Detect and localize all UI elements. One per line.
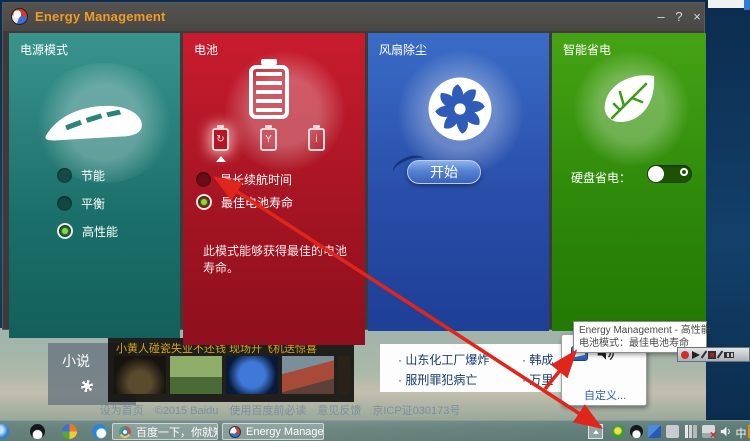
qq-quicklaunch-icon[interactable] — [30, 424, 45, 439]
ellipse-tool-icon[interactable] — [681, 351, 689, 359]
windows-tray-icon[interactable] — [648, 425, 661, 438]
fan-icon — [424, 73, 496, 145]
pen-tool-icon[interactable] — [701, 350, 708, 359]
rectangle-tool-icon[interactable] — [708, 351, 716, 359]
power-option-jieneng[interactable]: 节能 — [57, 166, 105, 184]
power-mode-panel: 电源模式 节能 平衡 高性能 — [9, 33, 180, 338]
battery-icon — [249, 65, 289, 119]
battery-option-best-lifespan[interactable]: 最佳电池寿命 — [196, 193, 293, 211]
hdd-saving-label: 硬盘省电： — [571, 169, 631, 186]
smart-saving-panel: 智能省电 硬盘省电： — [552, 33, 706, 331]
radio-icon[interactable] — [57, 168, 72, 183]
baidu-footer-text: 设为首页 ©2015 Baidu 使用百度前必读 意见反馈 京ICP证03017… — [0, 402, 560, 418]
video-thumbnail[interactable] — [114, 356, 166, 394]
cloud-quicklaunch-icon[interactable] — [92, 424, 107, 439]
radio-selected-icon[interactable] — [196, 194, 212, 210]
taskbar-button-baidu[interactable]: 百度一下，你就知道... — [112, 423, 218, 440]
tooltip-line1: Energy Management - 高性能 — [579, 324, 701, 337]
gear-icon[interactable] — [78, 377, 96, 395]
video-thumbnail[interactable] — [170, 356, 222, 394]
ime-toolbar-icon[interactable] — [666, 425, 679, 438]
toggle-knob[interactable] — [648, 166, 664, 182]
fan-dedust-panel: 风扇除尘 开始 — [368, 33, 549, 331]
ime-language-indicator[interactable]: 中 — [734, 425, 748, 438]
smart-saving-title: 智能省电 — [563, 41, 611, 58]
customize-link[interactable]: 自定义... — [584, 387, 626, 403]
video-thumbnail[interactable] — [226, 356, 278, 394]
chrome-icon — [119, 426, 131, 438]
background-window-sliver-blue — [744, 0, 750, 10]
browser-quicklaunch-icon[interactable] — [0, 424, 9, 439]
video-thumbnail — [338, 356, 350, 394]
show-hidden-icons-button[interactable] — [588, 424, 603, 439]
help-button[interactable]: ? — [671, 9, 687, 25]
video-widget[interactable]: 小黄人碰瓷失业不还钱 现场开飞机送惊喜 — [108, 338, 354, 402]
task-button-label: Energy Manageme... — [246, 426, 324, 438]
brush-tool-icon[interactable] — [717, 350, 724, 359]
volume-icon[interactable] — [720, 425, 733, 438]
energy-management-icon — [229, 426, 241, 438]
battery-panel: 电池 ↻ Y i 最长续航时间 最佳电池寿命 此模式能够获得最佳的电池寿命。 — [183, 33, 365, 345]
battery-info-icon[interactable]: i — [308, 128, 325, 151]
power-option-gaoxingneng[interactable]: 高性能 — [57, 222, 118, 240]
qq-tray-icon[interactable] — [630, 425, 643, 438]
safety-tray-icon[interactable] — [612, 425, 625, 438]
minimize-button[interactable]: – — [653, 9, 669, 25]
battery-option-longest-runtime[interactable]: 最长续航时间 — [196, 170, 292, 188]
news-link[interactable]: · 服刑罪犯病亡 — [398, 371, 477, 388]
battery-title: 电池 — [194, 41, 218, 58]
text-tool-icon[interactable] — [724, 352, 734, 358]
desktop: 小说 小黄人碰瓷失业不还钱 现场开飞机送惊喜 · 山东化工厂爆炸 · 服刑罪犯病… — [0, 0, 750, 441]
battery-charge-icon[interactable]: Y — [260, 128, 277, 151]
news-link[interactable]: · 韩成 — [522, 351, 553, 368]
radio-icon[interactable] — [196, 172, 211, 187]
power-option-label: 平衡 — [81, 195, 105, 212]
fan-dedust-title: 风扇除尘 — [379, 41, 427, 58]
battery-mode-description: 此模式能够获得最佳的电池寿命。 — [203, 243, 353, 277]
radio-selected-icon[interactable] — [57, 223, 73, 239]
radio-icon[interactable] — [57, 196, 72, 211]
news-link[interactable]: · 山东化工厂爆炸 — [398, 351, 489, 368]
video-thumbnail[interactable] — [282, 356, 334, 394]
network-error-icon[interactable] — [702, 425, 715, 438]
power-option-label: 节能 — [81, 167, 105, 184]
sogou-quicklaunch-icon[interactable] — [62, 424, 77, 439]
novel-widget-label: 小说 — [62, 351, 90, 371]
task-button-label: 百度一下，你就知道... — [136, 424, 218, 440]
battery-option-label: 最佳电池寿命 — [221, 194, 293, 211]
taskbar-button-energy-management[interactable]: Energy Manageme... — [222, 423, 324, 440]
active-tab-marker — [216, 156, 226, 162]
power-mode-title: 电源模式 — [20, 41, 68, 58]
arrow-tool-icon[interactable] — [692, 351, 700, 359]
power-option-label: 高性能 — [82, 223, 118, 240]
window-titlebar[interactable]: Energy Management – ? × — [3, 3, 704, 31]
close-button[interactable]: × — [689, 9, 705, 25]
taskbar: 百度一下，你就知道... Energy Manageme... 中 — [0, 420, 750, 441]
news-link[interactable]: · 万里 — [522, 371, 553, 388]
leaf-icon — [594, 68, 664, 132]
start-dedust-button[interactable]: 开始 — [407, 160, 481, 184]
toggle-off-ring — [680, 168, 688, 176]
energy-management-window: Energy Management – ? × 电源模式 节能 平衡 — [2, 2, 705, 330]
train-icon — [39, 88, 151, 150]
network-icon[interactable] — [684, 425, 697, 438]
hdd-saving-toggle[interactable] — [647, 165, 692, 183]
battery-maintenance-icon[interactable]: ↻ — [212, 128, 229, 151]
app-logo-icon — [11, 8, 28, 25]
annotation-toolbar — [677, 347, 750, 362]
window-title: Energy Management — [35, 9, 166, 24]
background-window-sliver — [708, 0, 744, 8]
battery-option-label: 最长续航时间 — [220, 171, 292, 188]
power-option-pingheng[interactable]: 平衡 — [57, 194, 105, 212]
